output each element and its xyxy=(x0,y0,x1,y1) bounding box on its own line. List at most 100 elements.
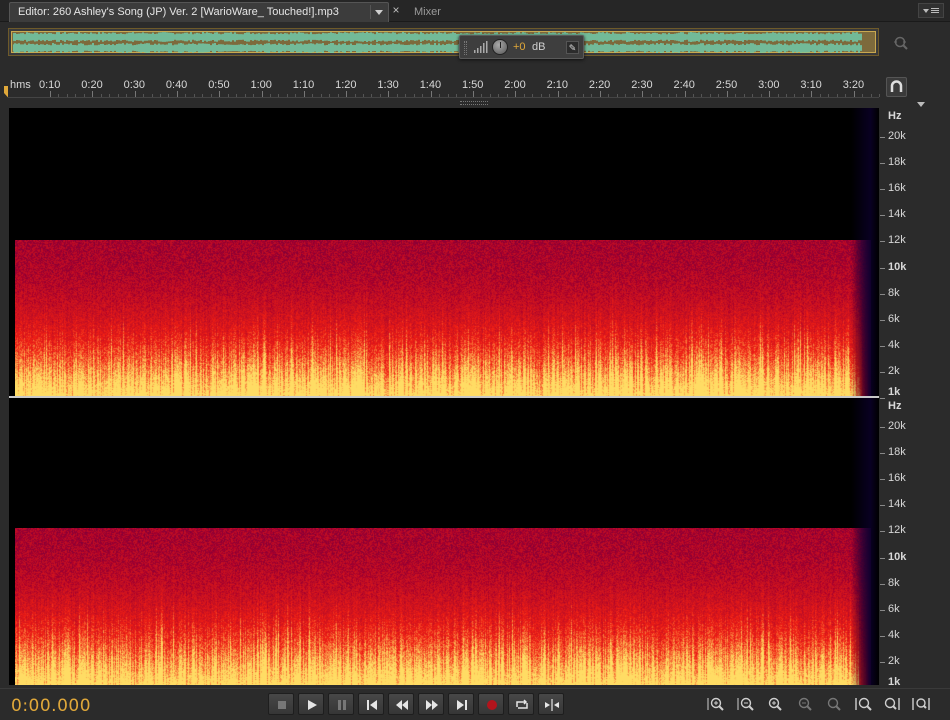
volume-knob[interactable] xyxy=(492,39,508,55)
time-tick-label: 1:50 xyxy=(462,79,484,91)
file-dropdown-button[interactable] xyxy=(370,5,386,19)
volume-value[interactable]: +0 xyxy=(513,41,526,53)
time-tick-mark xyxy=(557,91,559,97)
tab-mixer[interactable]: Mixer xyxy=(405,2,461,22)
frequency-tick-mark xyxy=(880,557,885,559)
frequency-tick-mark xyxy=(880,267,885,269)
frequency-tick-label: 12k xyxy=(888,524,906,537)
spectrogram-channel-right[interactable] xyxy=(9,398,879,685)
pause-button[interactable] xyxy=(328,693,354,715)
time-tick-label: 2:40 xyxy=(673,79,695,91)
go-to-start-button[interactable] xyxy=(358,693,384,715)
frequency-unit-label: Hz xyxy=(888,400,902,412)
pin-icon[interactable]: ✎ xyxy=(566,41,579,54)
spectral-energy-band xyxy=(15,528,871,685)
record-button[interactable] xyxy=(478,693,504,715)
loop-button[interactable] xyxy=(508,693,534,715)
frequency-tick-mark xyxy=(880,319,885,321)
time-ruler[interactable]: hms 0:10 0:20 0:30 0:40 0:50 1:00 1:10 1:20 1:30… xyxy=(8,76,889,98)
frequency-tick-label: 14k xyxy=(888,208,906,221)
time-tick-label: 1:40 xyxy=(419,79,442,91)
zoom-out-icon xyxy=(737,697,754,711)
frequency-tick-label: 10k xyxy=(888,550,907,563)
volume-unit: dB xyxy=(532,41,546,53)
stop-button[interactable] xyxy=(268,693,294,715)
magnet-icon xyxy=(890,80,903,92)
time-tick-mark xyxy=(346,91,348,97)
level-bars-icon xyxy=(474,41,488,53)
zoom-out-full-button[interactable] xyxy=(793,695,815,713)
skip-selection-button[interactable] xyxy=(538,693,564,715)
chevron-down-icon xyxy=(923,9,929,13)
zoom-in-right-button[interactable] xyxy=(881,695,903,713)
frequency-tick-mark xyxy=(880,531,885,533)
close-tab-icon[interactable]: × xyxy=(389,3,403,17)
time-tick-label: 2:30 xyxy=(631,79,653,91)
time-tick-label: 2:10 xyxy=(546,79,569,91)
time-tick-mark xyxy=(50,91,51,97)
frequency-axis-left: Hz 20k 18k 16k 14k 12k 10k 8k 6k 4k 2k 1k xyxy=(880,108,950,399)
frequency-tick-mark xyxy=(880,609,885,611)
time-tick-label: 0:10 xyxy=(39,79,61,91)
time-tick-mark xyxy=(599,91,601,97)
zoom-in-amplitude-button[interactable] xyxy=(704,695,726,713)
time-tick-mark xyxy=(726,91,728,97)
time-tick-mark xyxy=(261,91,263,97)
time-tick-label: 2:00 xyxy=(504,79,526,91)
frequency-tick-mark xyxy=(880,505,885,507)
zoom-in-horizontal-button[interactable] xyxy=(910,695,932,713)
play-button[interactable] xyxy=(298,693,324,715)
time-tick-label: 1:00 xyxy=(250,79,272,91)
frequency-tick-mark xyxy=(880,479,885,481)
zoom-to-selection-button[interactable] xyxy=(822,695,844,713)
rewind-icon xyxy=(396,700,408,710)
zoom-out-amplitude-button[interactable] xyxy=(734,695,756,713)
frequency-tick-label: 14k xyxy=(888,498,906,511)
go-to-end-button[interactable] xyxy=(448,693,474,715)
frequency-tick-mark xyxy=(880,635,885,637)
zoom-right-icon xyxy=(884,697,900,710)
time-tick-mark xyxy=(811,91,813,97)
record-icon xyxy=(487,700,497,710)
time-tick-mark xyxy=(769,91,771,97)
frequency-tick-mark xyxy=(880,345,885,347)
frequency-tick-label: 16k xyxy=(888,182,906,195)
stop-icon xyxy=(278,701,286,709)
frequency-tick-label: 16k xyxy=(888,472,906,485)
zoom-in-left-button[interactable] xyxy=(852,695,874,713)
zoom-in-time-button[interactable] xyxy=(763,695,785,713)
time-tick-label: 0:40 xyxy=(165,79,188,91)
time-tick-mark xyxy=(853,91,855,97)
spectral-energy-band xyxy=(15,240,871,396)
time-tick-label: 0:50 xyxy=(208,79,230,91)
overview-waveform xyxy=(13,32,862,53)
tab-editor-label: Editor: 260 Ashley's Song (JP) Ver. 2 [W… xyxy=(18,6,339,18)
frequency-tick-mark xyxy=(880,137,885,138)
time-tick-label: 3:00 xyxy=(758,79,780,91)
panel-menu-button[interactable] xyxy=(918,3,944,18)
fast-forward-button[interactable] xyxy=(418,693,444,715)
frequency-tick-label: 8k xyxy=(888,286,900,299)
frequency-tick-mark xyxy=(880,371,885,373)
spectrogram-channel-left[interactable] xyxy=(9,108,879,396)
rewind-button[interactable] xyxy=(388,693,414,715)
current-time-display[interactable]: 0:00.000 xyxy=(11,696,91,716)
zoom-out-full-icon xyxy=(798,697,812,711)
tab-editor[interactable]: Editor: 260 Ashley's Song (JP) Ver. 2 [W… xyxy=(9,2,389,22)
frequency-tick-mark xyxy=(880,661,885,663)
frequency-tick-label: 10k xyxy=(888,260,907,273)
frequency-tick-label: 12k xyxy=(888,234,906,247)
frequency-axis-right: Hz 20k 18k 16k 14k 12k 10k 8k 6k 4k 2k 1k xyxy=(880,398,950,689)
chevron-down-icon[interactable] xyxy=(917,102,925,107)
drag-handle-icon[interactable] xyxy=(464,41,467,55)
frequency-tick-label: 2k xyxy=(888,364,900,377)
zoom-in-icon xyxy=(707,697,724,711)
snap-toggle-button[interactable] xyxy=(886,77,907,97)
time-tick-label: 0:30 xyxy=(123,79,146,91)
frequency-tick-label: 8k xyxy=(888,576,900,589)
resize-handle[interactable] xyxy=(460,101,488,105)
frequency-tick-label: 2k xyxy=(888,654,900,667)
zoom-icon[interactable] xyxy=(893,35,909,51)
overview-navigator[interactable] xyxy=(8,28,879,56)
time-tick-label: 2:20 xyxy=(588,79,611,91)
